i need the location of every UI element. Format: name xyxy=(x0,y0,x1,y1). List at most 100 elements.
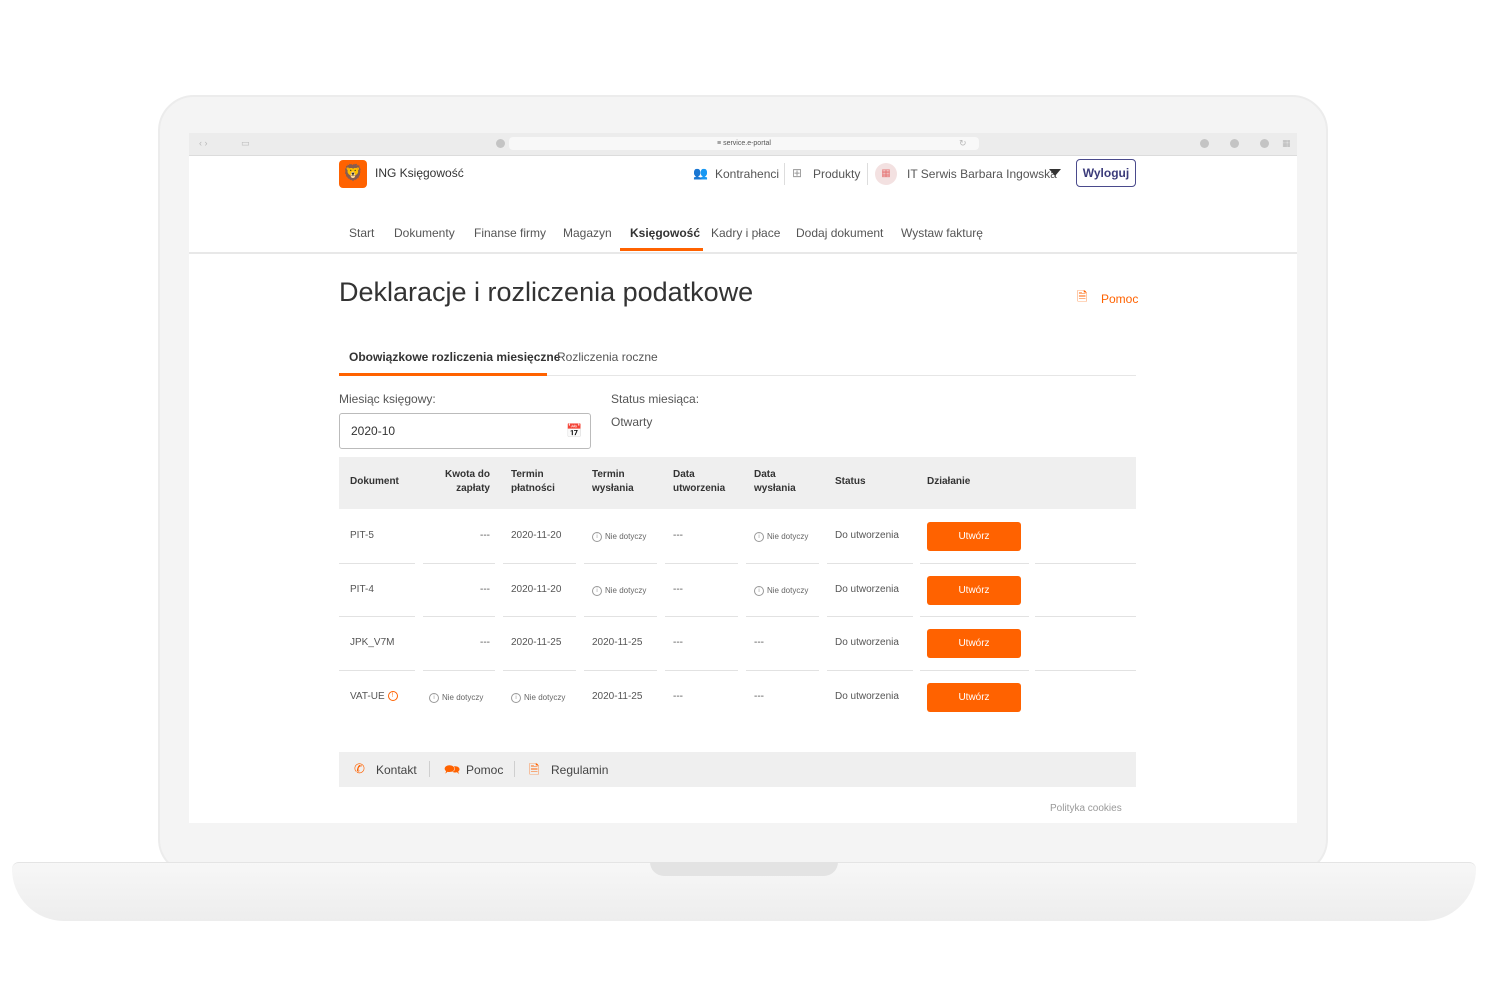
privacy-icon[interactable] xyxy=(496,139,505,148)
create-button[interactable]: Utwórz xyxy=(927,683,1021,712)
back-forward-icon[interactable]: ‹ › xyxy=(199,138,208,148)
col-sent-line1: Data xyxy=(754,469,776,480)
row-send-deadline: 2020-11-25 xyxy=(592,637,643,648)
ing-lion-logo[interactable]: 🦁 xyxy=(339,160,367,188)
footer-terms-link[interactable]: Regulamin xyxy=(551,763,608,777)
create-button[interactable]: Utwórz xyxy=(927,576,1021,605)
help-link[interactable]: Pomoc xyxy=(1101,292,1138,306)
row-status: Do utworzenia xyxy=(835,691,899,702)
row-send-text: Nie dotyczy xyxy=(605,586,647,596)
col-document: Dokument xyxy=(350,476,399,487)
row-document: VAT-UE! xyxy=(350,691,398,702)
tabs-icon[interactable]: ▦ xyxy=(1282,138,1291,149)
month-field[interactable]: 2020-10 xyxy=(339,413,591,449)
row-divider xyxy=(339,670,415,671)
row-divider xyxy=(1035,670,1136,671)
row-divider xyxy=(339,616,415,617)
document-icon[interactable]: 🗎 xyxy=(1077,288,1087,310)
row-divider xyxy=(1035,616,1136,617)
share-icon[interactable] xyxy=(1230,139,1239,148)
footer-help-link[interactable]: Pomoc xyxy=(466,763,503,777)
chevron-down-icon[interactable] xyxy=(1049,169,1061,176)
row-divider xyxy=(746,616,819,617)
phone-icon: ✆ xyxy=(354,761,365,776)
tab-yearly[interactable]: Rozliczenia roczne xyxy=(557,350,658,364)
logout-button[interactable]: Wyloguj xyxy=(1076,159,1136,187)
warning-icon[interactable]: ! xyxy=(387,691,398,702)
row-divider xyxy=(423,563,495,564)
row-due-text: Nie dotyczy xyxy=(524,693,566,703)
status-value: Otwarty xyxy=(611,415,653,429)
footer-divider xyxy=(429,761,430,777)
row-due-date: i Nie dotyczy xyxy=(511,693,565,703)
row-divider xyxy=(584,563,657,564)
nav-accounting[interactable]: Księgowość xyxy=(630,226,700,240)
row-divider xyxy=(423,616,495,617)
row-divider xyxy=(423,670,495,671)
cookies-policy-link[interactable]: Polityka cookies xyxy=(1050,803,1122,814)
row-amount: --- xyxy=(480,637,490,648)
contractors-icon: 👥 xyxy=(693,166,708,180)
row-send-text: Nie dotyczy xyxy=(605,532,647,542)
row-due-date: 2020-11-20 xyxy=(511,584,562,595)
create-button[interactable]: Utwórz xyxy=(927,522,1021,551)
row-created: --- xyxy=(673,637,683,648)
nav-issue-invoice[interactable]: Wystaw fakturę xyxy=(901,226,983,240)
row-divider xyxy=(1035,563,1136,564)
company-icon: ▦ xyxy=(875,163,897,185)
col-send-line2: wysłania xyxy=(592,483,634,494)
row-amount: i Nie dotyczy xyxy=(429,693,483,703)
info-icon: i xyxy=(754,532,764,542)
calendar-icon[interactable]: 📅 xyxy=(566,423,582,439)
row-divider xyxy=(920,563,1029,564)
col-created: Data utworzenia xyxy=(673,468,725,496)
sidebar-icon[interactable]: ▭ xyxy=(241,138,250,149)
reload-icon[interactable]: ↻ xyxy=(959,138,967,149)
page-title: Deklaracje i rozliczenia podatkowe xyxy=(339,277,754,307)
header-divider xyxy=(784,163,785,185)
row-divider xyxy=(827,670,913,671)
browser-screen: ‹ › ▭ ≡ service.e-portal ↻ ▦ 🦁 ING Księg… xyxy=(189,133,1297,823)
browser-toolbar: ‹ › ▭ ≡ service.e-portal ↻ ▦ xyxy=(189,133,1297,156)
row-document: PIT-4 xyxy=(350,584,374,595)
laptop-notch xyxy=(650,862,838,876)
products-link[interactable]: Produkty xyxy=(813,167,860,181)
col-action: Działanie xyxy=(927,476,971,487)
row-divider xyxy=(584,670,657,671)
brand-name[interactable]: ING Księgowość xyxy=(375,166,464,180)
create-button[interactable]: Utwórz xyxy=(927,629,1021,658)
col-sent: Data wysłania xyxy=(754,468,796,496)
nav-documents[interactable]: Dokumenty xyxy=(394,226,455,240)
row-status: Do utworzenia xyxy=(835,530,899,541)
nav-company-finance[interactable]: Finanse firmy xyxy=(474,226,546,240)
col-send-deadline: Termin wysłania xyxy=(592,468,634,496)
nav-warehouse[interactable]: Magazyn xyxy=(563,226,612,240)
tab-monthly[interactable]: Obowiązkowe rozliczenia miesięczne xyxy=(349,350,560,364)
url-bar[interactable]: ≡ service.e-portal xyxy=(509,137,979,150)
company-name[interactable]: IT Serwis Barbara Ingowska xyxy=(907,167,1057,181)
row-due-date: 2020-11-20 xyxy=(511,530,562,541)
footer-contact-link[interactable]: Kontakt xyxy=(376,763,417,777)
status-label: Status miesiąca: xyxy=(611,392,700,406)
nav-add-document[interactable]: Dodaj dokument xyxy=(796,226,883,240)
info-icon: i xyxy=(754,586,764,596)
nav-divider xyxy=(189,252,1297,254)
row-send-deadline: i Nie dotyczy xyxy=(592,532,646,542)
row-divider xyxy=(920,670,1029,671)
row-send-deadline: i Nie dotyczy xyxy=(592,586,646,596)
row-created: --- xyxy=(673,530,683,541)
chat-icon: 🗪 xyxy=(444,762,461,777)
row-document: JPK_V7M xyxy=(350,637,395,648)
contractors-link[interactable]: Kontrahenci xyxy=(715,167,779,181)
row-divider xyxy=(665,616,738,617)
download-icon[interactable] xyxy=(1200,139,1209,148)
row-divider xyxy=(584,616,657,617)
col-status: Status xyxy=(835,476,866,487)
header-divider xyxy=(867,163,868,185)
row-divider xyxy=(503,670,576,671)
row-sent-text: Nie dotyczy xyxy=(767,532,809,542)
extension-icon[interactable] xyxy=(1260,139,1269,148)
nav-hr-payroll[interactable]: Kadry i płace xyxy=(711,226,780,240)
info-icon: i xyxy=(511,693,521,703)
nav-start[interactable]: Start xyxy=(349,226,374,240)
